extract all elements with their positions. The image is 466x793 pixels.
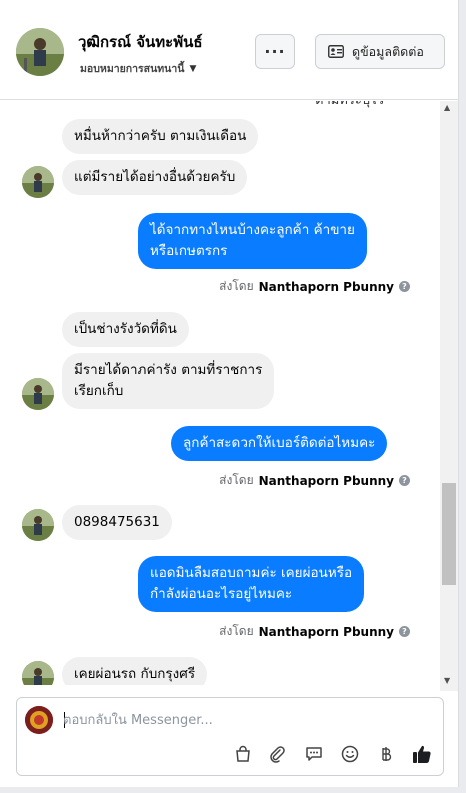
incoming-message: 0898475631 [62,505,172,540]
incoming-message: มีรายได้ดาภค่ารัง ตามที่ราชการ เรียกเก็บ [62,353,275,409]
customer-avatar-small [22,166,54,198]
message-line: กำลังผ่อนอะไรอยู่ไหมคะ [150,586,293,602]
sent-by-label: ส่งโดย [219,473,254,487]
attachment-icon[interactable] [265,742,289,766]
more-label: ··· [264,42,286,61]
message-line: ได้จากทางไหนบ้างคะลูกค้า ค้าขาย [150,222,355,238]
customer-avatar[interactable] [16,28,64,76]
more-options-button[interactable]: ··· [255,34,295,69]
message-thread: ตามที่ระบุไว้ หมื่นห้ากว่าครับ ตามเงินเด… [0,101,458,685]
customer-avatar-small [22,378,54,410]
emoji-icon[interactable] [338,742,362,766]
assign-label: มอบหมายการสนทนานี้ [80,63,185,75]
customer-name[interactable]: วุฒิกรณ์ จันทะพันธ์ [78,30,203,54]
help-icon[interactable]: ? [399,281,410,292]
payment-baht-icon[interactable] [374,742,398,766]
message-line: มีรายได้ดาภค่ารัง ตามที่ราชการ [74,362,263,378]
outgoing-message: ลูกค้าสะดวกให้เบอร์ติดต่อไหมคะ [171,426,388,461]
scrollbar-thumb[interactable] [442,483,456,585]
sent-by-info: ส่งโดย Nanthaporn Pbunny ? [219,277,410,296]
message-line: หรือเกษตรกร [150,243,228,259]
message-line: เรียกเก็บ [74,383,124,399]
sender-name[interactable]: Nanthaporn Pbunny [259,474,394,488]
outgoing-message: แอดมินลืมสอบถามค่ะ เคยผ่อนหรือ กำลังผ่อน… [138,556,365,612]
scroll-down-icon[interactable]: ▼ [444,676,450,685]
outgoing-message: ได้จากทางไหนบ้างคะลูกค้า ค้าขาย หรือเกษต… [138,213,367,269]
window-bottom-edge [0,787,466,793]
saved-replies-icon[interactable] [302,742,326,766]
assign-conversation[interactable]: มอบหมายการสนทนานี้ ▼ [80,60,196,77]
sent-by-label: ส่งโดย [219,279,254,293]
sent-by-label: ส่งโดย [219,624,254,638]
reply-composer [16,697,444,776]
contact-card-icon [328,45,344,58]
sent-by-info: ส่งโดย Nanthaporn Pbunny ? [219,471,410,490]
incoming-message: เคยผ่อนรถ กับกรุงศรี [62,657,208,685]
sender-name[interactable]: Nanthaporn Pbunny [259,625,394,639]
page-avatar [25,706,53,734]
like-thumb-icon[interactable] [410,742,434,766]
incoming-message: เป็นช่างรังวัดที่ดิน [62,312,189,347]
sender-name[interactable]: Nanthaporn Pbunny [259,280,394,294]
incoming-message: หมื่นห้ากว่าครับ ตามเงินเดือน [62,119,259,154]
conversation-header: วุฒิกรณ์ จันทะพันธ์ มอบหมายการสนทนานี้ ▼… [0,0,458,100]
scroll-up-icon[interactable]: ▲ [444,103,450,112]
reply-input[interactable] [63,708,403,732]
help-icon[interactable]: ? [399,475,410,486]
customer-avatar-small [22,661,54,685]
shop-bag-icon[interactable] [231,742,255,766]
help-icon[interactable]: ? [399,626,410,637]
message-line: แอดมินลืมสอบถามค่ะ เคยผ่อนหรือ [150,565,353,581]
window-edge [458,0,466,793]
view-contact-button[interactable]: ดูข้อมูลติดต่อ [315,34,445,69]
customer-avatar-small [22,509,54,541]
sent-by-info: ส่งโดย Nanthaporn Pbunny ? [219,622,410,641]
incoming-message: แต่มีรายได้อย่างอื่นด้วยครับ [62,160,248,195]
clipped-previous-message: ตามที่ระบุไว้ [315,101,384,110]
thread-scrollbar[interactable]: ▲ ▼ [440,101,458,691]
caret-down-icon: ▼ [189,63,197,74]
view-contact-label: ดูข้อมูลติดต่อ [352,43,424,59]
